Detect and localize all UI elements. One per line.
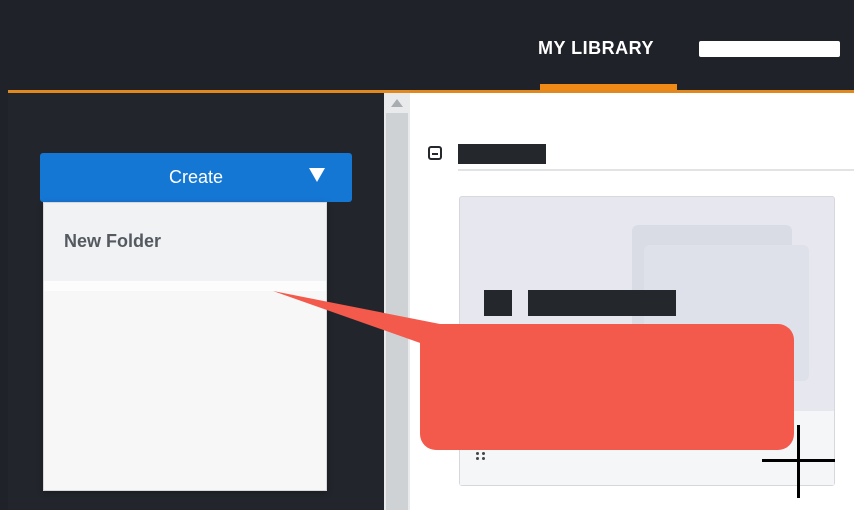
section-divider xyxy=(458,169,854,171)
redacted-card-badge xyxy=(484,290,512,316)
create-button[interactable]: Create xyxy=(40,153,352,202)
create-button-label: Create xyxy=(168,167,224,187)
redacted-tab-label[interactable] xyxy=(699,41,840,57)
collapse-section-icon[interactable] xyxy=(428,146,442,160)
tab-my-library[interactable]: MY LIBRARY xyxy=(538,38,654,64)
card-footer xyxy=(460,411,834,485)
menu-item-new-folder[interactable]: New Folder xyxy=(44,203,326,281)
create-dropdown-menu: New Folder xyxy=(43,202,327,491)
crosshair-cursor-horizontal xyxy=(762,459,835,462)
menu-item-label: New Folder xyxy=(64,231,162,251)
app-window: MY LIBRARY Create New Folder xyxy=(0,0,854,510)
scrollbar-track[interactable] xyxy=(386,113,408,510)
sidebar-scrollbar[interactable] xyxy=(384,93,410,510)
caret-down-icon[interactable] xyxy=(309,168,325,182)
scroll-up-arrow-icon[interactable] xyxy=(391,99,403,107)
folder-card[interactable] xyxy=(459,196,835,486)
drag-handle-icon[interactable] xyxy=(476,452,486,460)
active-tab-indicator xyxy=(540,84,677,90)
redacted-section-title xyxy=(458,144,546,164)
redacted-card-title xyxy=(528,290,676,316)
menu-divider xyxy=(44,281,326,291)
